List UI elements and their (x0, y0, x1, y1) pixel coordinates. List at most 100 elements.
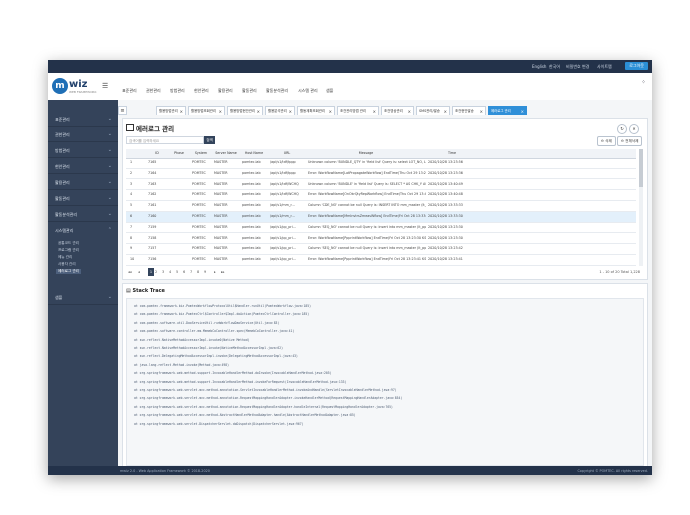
page-number-button[interactable]: 3 (162, 268, 164, 276)
close-icon[interactable]: × (180, 107, 183, 115)
menu-sample[interactable]: 샘플 (326, 88, 333, 94)
table-cell: Column 'CDE_NO' cannot be null Query is:… (308, 203, 426, 208)
tab-error-log[interactable]: 에러로그 관리 × (488, 106, 527, 115)
menu-standard[interactable]: 표준관리 (122, 88, 137, 94)
menu-auth[interactable]: 권한관리 (146, 88, 161, 94)
stack-trace-content[interactable]: at com.pomtec.framework.biz.PomtecWorkfl… (126, 298, 644, 466)
table-cell: pomtec.lab (242, 246, 261, 251)
menu-usage[interactable]: 활용관리 (218, 88, 233, 94)
menu-analysis[interactable]: 활동분석관리 (266, 88, 288, 94)
table-row[interactable]: 1 7165 POMTEC MASTER pomtec.lab/api/v1/tdf/t… (126, 158, 636, 169)
table-cell: pomtec.lab (242, 160, 261, 164)
sidebar-item-issue[interactable]: 현안관리 ⌄ (48, 159, 118, 174)
page-number-button[interactable]: 8 (197, 268, 199, 276)
page-number-button[interactable]: 5 (176, 268, 178, 276)
menu-toggle-icon[interactable]: ☰ (102, 82, 110, 90)
close-icon[interactable]: × (444, 107, 447, 115)
sidebar-item-method[interactable]: 방법관리 ⌄ (48, 143, 118, 158)
menu-system[interactable]: 시스템 관리 (298, 88, 318, 94)
tab-5[interactable]: 활동계획조회관리 × (297, 106, 335, 115)
language-link[interactable]: English (532, 64, 546, 69)
sidebar-item-system[interactable]: 시스템관리 ⌃ (48, 223, 118, 237)
tab-3[interactable]: 활용방법현안관리 × (227, 106, 263, 115)
logout-button[interactable]: 로그아웃 (625, 62, 648, 70)
header-cell[interactable]: Server Name (212, 149, 240, 158)
table-row[interactable]: 10 7156 POMTEC MASTER pomtec.lab/api/v1/pp_p… (126, 255, 636, 266)
page-number-button[interactable]: 2 (155, 268, 157, 276)
header-cell[interactable]: Message (306, 149, 426, 158)
tab-8[interactable]: SMS관리/발송 × (416, 106, 450, 115)
close-icon[interactable]: × (480, 107, 483, 115)
close-icon[interactable]: × (289, 107, 292, 115)
table-cell: 2020/10/28 13:23:30 (428, 235, 463, 240)
tab-2[interactable]: 활용방법조회관리 × (188, 106, 225, 115)
menu-method[interactable]: 방법관리 (170, 88, 185, 94)
delete-button[interactable]: ⊖ 삭제 (597, 136, 616, 146)
refresh-button[interactable]: ↻ (617, 124, 627, 134)
chevron-down-icon: ⌄ (107, 294, 112, 300)
delete-all-button[interactable]: ⊖ 전체삭제 (617, 136, 643, 146)
search-input[interactable]: 검색어를 입력하세요 (126, 136, 204, 144)
change-password-link[interactable]: 비밀번호 변경 (566, 64, 589, 70)
header-cell[interactable]: Time (426, 149, 478, 158)
tab-9[interactable]: 조건현안발송 × (452, 106, 486, 115)
search-button[interactable]: 검색 (204, 136, 215, 144)
header-cell[interactable]: Phase (168, 149, 190, 158)
sidebar-item-usage[interactable]: 활용관리 ⌄ (48, 175, 118, 190)
sidebar-subitem-user[interactable]: 사용자 관리 (58, 262, 76, 267)
tab-4[interactable]: 활용분석관리 × (265, 106, 295, 115)
header-cell[interactable]: ID (146, 149, 168, 158)
prev-page-button[interactable]: ◂ (138, 268, 140, 276)
stack-trace-line: at org.springframework.web.servlet.mvc.m… (134, 388, 397, 392)
tab-7[interactable]: 조건영상관리 × (381, 106, 414, 115)
logo[interactable]: m wiz WEB FRAMEWORK (52, 77, 98, 95)
sidebar-item-sample[interactable]: 샘플 ⌄ (48, 290, 118, 305)
close-icon[interactable]: × (329, 107, 332, 115)
table-cell: /api/v1/mm_r... (270, 203, 295, 208)
table-row[interactable]: 2 7164 POMTEC MASTER pomtec.lab/api/v1/tdf/t… (126, 169, 636, 180)
close-icon[interactable]: × (257, 107, 260, 115)
page-number-button[interactable]: 9 (204, 268, 206, 276)
close-icon[interactable]: × (408, 107, 411, 115)
page-number-button[interactable]: 4 (169, 268, 171, 276)
tab-6[interactable]: 조건관리방법 관리 × (337, 106, 379, 115)
table-row[interactable]: 9 7157 POMTEC MASTER pomtec.lab/api/v1/pp_pr… (126, 244, 636, 255)
close-icon[interactable]: × (521, 107, 524, 115)
table-row[interactable]: 7 7159 POMTEC MASTER pomtec.lab/api/v1/pp_pr… (126, 223, 636, 234)
header-cell[interactable]: URL (268, 149, 306, 158)
sidebar-subitem-program[interactable]: 프로그램 관리 (58, 248, 79, 253)
language-link-ko[interactable]: 한국어 (549, 64, 560, 70)
table-row[interactable]: 6 7160 POMTEC MASTER pomtec.lab/api/v1/mm_r.… (126, 212, 636, 223)
apps-grid-icon[interactable]: ⁘ (641, 79, 646, 86)
menu-issue[interactable]: 현안관리 (194, 88, 209, 94)
page-number-button[interactable]: 1 (148, 268, 154, 276)
header-cell[interactable]: System (190, 149, 212, 158)
sidebar-item-activity[interactable]: 활동관리 ⌄ (48, 191, 118, 206)
table-row[interactable]: 3 7163 POMTEC MASTER pomtec.lab/api/v1/tdf/W… (126, 180, 636, 191)
menu-activity[interactable]: 활동관리 (242, 88, 257, 94)
scrollbar-thumb[interactable] (639, 149, 643, 187)
table-cell: 2020/10/28 13:33:33 (428, 203, 463, 208)
tab-1[interactable]: 활용방법관리 × (156, 106, 186, 115)
header-cell[interactable]: Host Name (240, 149, 268, 158)
sidebar-item-standard[interactable]: 표준관리 ⌄ (48, 112, 118, 127)
sidebar-subitem-menu[interactable]: 메뉴 관리 (58, 255, 72, 260)
sidebar-item-analysis[interactable]: 활동분석관리 ⌄ (48, 207, 118, 222)
page-number-button[interactable]: 6 (183, 268, 185, 276)
sitemap-link[interactable]: 사이트맵 (597, 64, 612, 70)
first-page-button[interactable]: ◂◂ (128, 268, 132, 276)
close-icon[interactable]: × (219, 107, 222, 115)
sidebar-subitem-error-log[interactable]: 에러로그 관리 (56, 269, 81, 274)
stack-trace-line: at org.springframework.web.servlet.mvc.m… (134, 413, 356, 418)
table-row[interactable]: 8 7158 POMTEC MASTER pomtec.lab/api/v1/pp_pr… (126, 234, 636, 245)
table-row[interactable]: 5 7161 POMTEC MASTER pomtec.lab/api/v1/mm_r.… (126, 201, 636, 212)
sidebar-item-auth[interactable]: 권한관리 ⌄ (48, 127, 118, 142)
page-number-button[interactable]: 7 (190, 268, 192, 276)
close-icon[interactable]: × (373, 107, 376, 115)
next-page-button[interactable]: ▸ (214, 268, 216, 276)
table-row[interactable]: 4 7162 POMTEC MASTER pomtec.lab/api/v1/tdf/W… (126, 190, 636, 201)
last-page-button[interactable]: ▸▸ (221, 268, 225, 276)
sidebar-subitem-common-code[interactable]: 공통코드 관리 (58, 241, 79, 246)
vertical-scrollbar[interactable] (639, 149, 643, 266)
close-panel-button[interactable]: ✕ (629, 124, 639, 134)
